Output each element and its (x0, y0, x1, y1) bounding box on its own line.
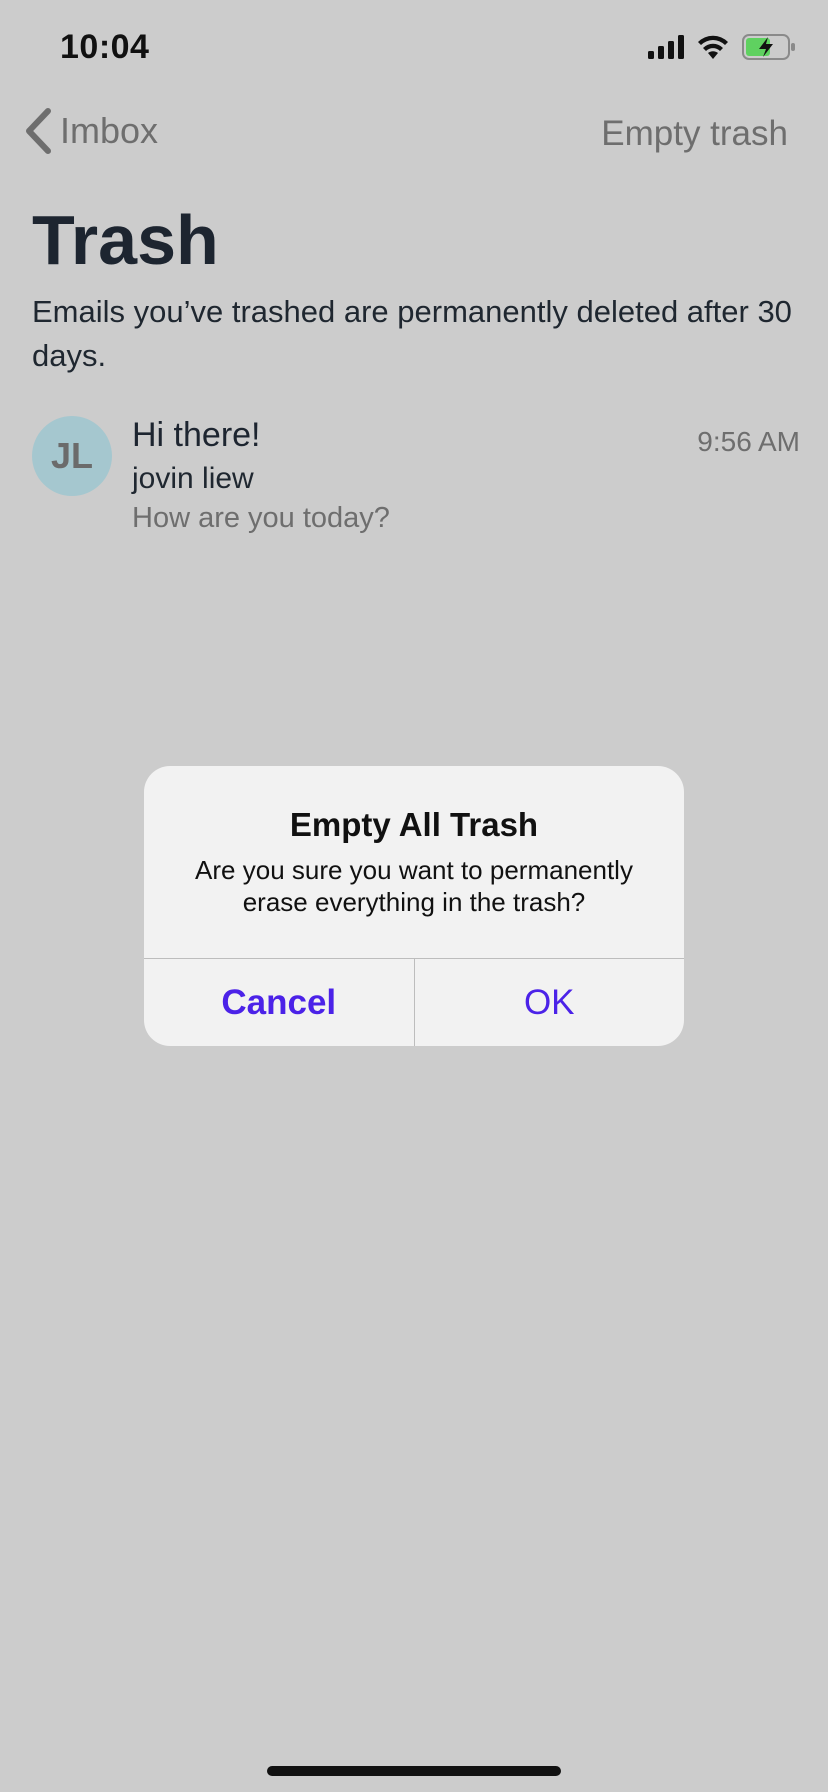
confirm-dialog: Empty All Trash Are you sure you want to… (144, 766, 684, 1046)
dialog-title: Empty All Trash (289, 806, 539, 843)
nav-bar: Imbox Empty trash (0, 100, 828, 164)
back-label: Imbox (60, 110, 159, 151)
signal-bars-icon (648, 35, 684, 59)
ok-button[interactable]: OK (415, 959, 685, 1046)
chevron-left-icon (26, 108, 51, 154)
status-time: 10:04 (60, 28, 150, 66)
dialog-button-row: Cancel OK (144, 958, 684, 1046)
email-subject: Hi there! (132, 416, 261, 454)
empty-trash-button[interactable]: Empty trash (601, 114, 788, 154)
page-title: Trash (32, 201, 219, 279)
email-list-item[interactable]: JL Hi there! 9:56 AM jovin liew How are … (32, 416, 800, 546)
email-time: 9:56 AM (697, 426, 800, 457)
email-preview: How are you today? (132, 502, 390, 534)
wifi-icon (698, 35, 728, 59)
cancel-button[interactable]: Cancel (144, 959, 415, 1046)
page-subtitle: Emails you’ve trashed are permanently de… (32, 294, 792, 373)
back-button[interactable]: Imbox (24, 108, 158, 154)
home-indicator[interactable] (267, 1766, 561, 1776)
battery-charging-icon (742, 34, 795, 60)
email-sender: jovin liew (132, 462, 254, 495)
status-icons (648, 34, 796, 60)
avatar: JL (32, 416, 112, 496)
status-bar: 10:04 (0, 0, 828, 100)
dialog-message: Are you sure you want to permanently era… (195, 855, 633, 917)
